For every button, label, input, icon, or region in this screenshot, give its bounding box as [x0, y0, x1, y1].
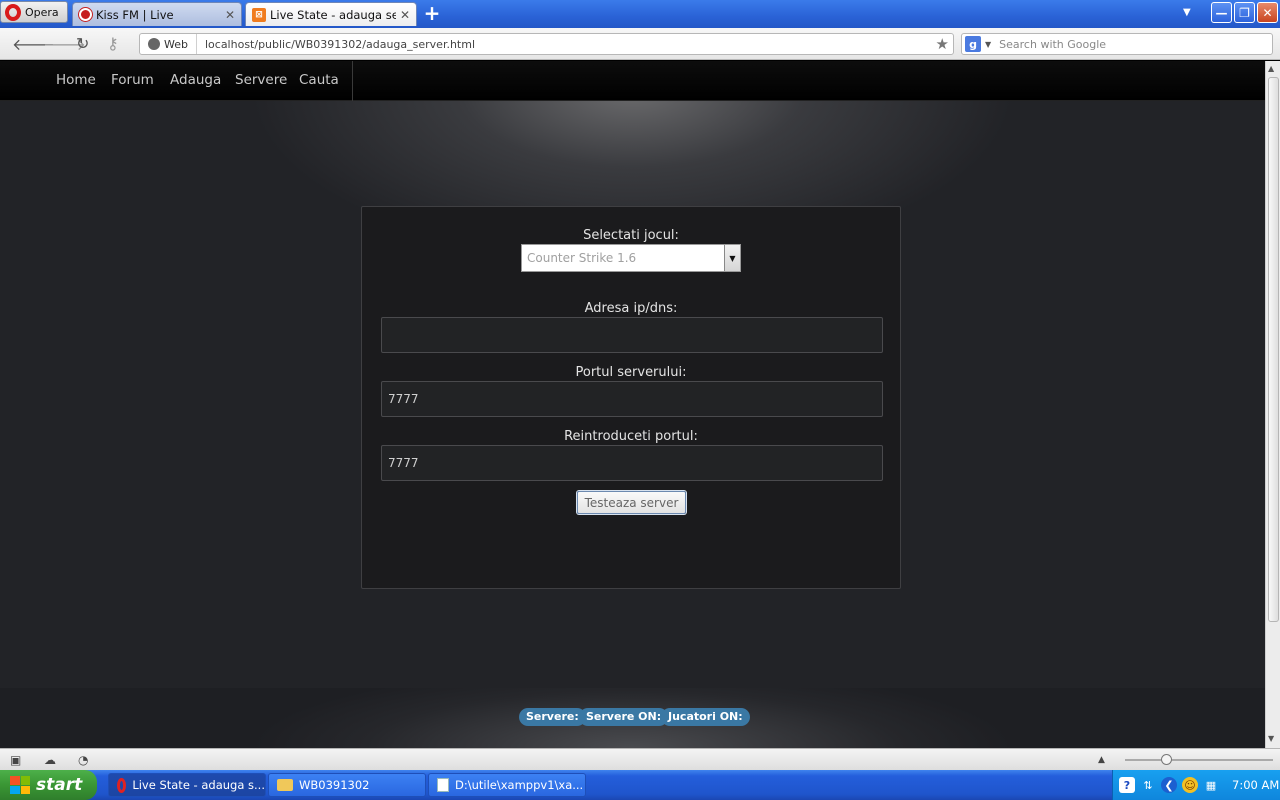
scroll-thumb[interactable] [1268, 77, 1279, 622]
minimize-button[interactable]: — [1211, 2, 1232, 23]
port-repeat-label: Reintroduceti portul: [564, 429, 698, 444]
close-icon[interactable]: ✕ [225, 8, 235, 22]
site-navigation: Home Forum Adauga Servere Cauta [0, 61, 1265, 101]
game-label: Selectati jocul: [583, 228, 679, 243]
kiss-fm-favicon-icon [79, 8, 92, 21]
scroll-down-icon[interactable]: ▼ [1268, 734, 1274, 743]
taskbar-item-notepad[interactable]: D:\utile\xamppv1\xa... [428, 773, 586, 797]
start-label: start [36, 775, 83, 795]
game-select-value: Counter Strike 1.6 [527, 251, 637, 265]
windows-taskbar: start Live State - adauga s... WB0391302… [0, 770, 1280, 800]
bookmark-star-icon[interactable]: ★ [936, 35, 953, 53]
opera-menu-label: Opera [25, 5, 59, 19]
tab-kiss-fm[interactable]: Kiss FM | Live ✕ [72, 2, 242, 26]
nav-cauta[interactable]: Cauta [299, 72, 339, 88]
close-icon[interactable]: ✕ [400, 8, 410, 22]
nav-forum[interactable]: Forum [111, 72, 154, 88]
tab-menu-chevron-icon[interactable]: ▼ [1183, 7, 1191, 18]
search-placeholder: Search with Google [999, 37, 1107, 51]
servers-on-badge: Servere ON: [579, 708, 669, 726]
players-on-badge: Jucatori ON: [661, 708, 750, 726]
panel-toggle-icon[interactable]: ▣ [10, 753, 21, 767]
notepad-icon [437, 778, 449, 792]
zoom-slider-track[interactable] [1125, 759, 1273, 761]
site-footer: Servere: Servere ON: Jucatori ON: [0, 688, 1265, 748]
browser-toolbar: 🡐 🡒 ↻ ⚷ Web localhost/public/WB0391302/a… [0, 28, 1280, 60]
windows-logo-icon [10, 776, 30, 794]
game-select[interactable]: Counter Strike 1.6 ▼ [521, 244, 741, 272]
address-bar[interactable]: Web localhost/public/WB0391302/adauga_se… [139, 33, 954, 55]
google-icon[interactable]: g [965, 36, 981, 52]
chevron-down-icon[interactable]: ▼ [985, 40, 991, 49]
servers-badge: Servere: [519, 708, 586, 726]
reload-icon[interactable]: ↻ [76, 34, 89, 53]
web-badge-label: Web [164, 37, 188, 51]
taskbar-item-browser[interactable]: Live State - adauga s... [108, 773, 266, 797]
scroll-up-icon[interactable]: ▲ [1268, 64, 1274, 73]
tab-title: Live State - adauga server [270, 7, 396, 22]
vertical-scrollbar[interactable]: ▲ ▼ [1265, 61, 1280, 748]
browser-tab-bar: Opera Kiss FM | Live ✕ ⊠ Live State - ad… [0, 0, 1280, 28]
test-server-button[interactable]: Testeaza server [577, 491, 686, 514]
opera-logo-icon [5, 3, 21, 21]
help-icon[interactable]: ? [1119, 777, 1135, 793]
globe-icon [148, 38, 160, 50]
computer-icon[interactable]: ▦ [1203, 777, 1219, 793]
xampp-favicon-icon: ⊠ [252, 7, 266, 22]
chevron-down-icon[interactable]: ▼ [724, 245, 740, 271]
ip-input[interactable] [381, 317, 883, 353]
page-viewport: Home Forum Adauga Servere Cauta Selectat… [0, 61, 1265, 748]
nav-adauga[interactable]: Adauga [170, 72, 221, 88]
browser-status-bar: ▣ ☁ ◔ ▲ [0, 748, 1280, 770]
messenger-smiley-icon[interactable]: ☺ [1182, 777, 1198, 793]
nav-home[interactable]: Home [56, 72, 96, 88]
port-input[interactable] [381, 381, 883, 417]
folder-icon [277, 779, 293, 791]
search-input[interactable]: g ▼ Search with Google [961, 33, 1273, 55]
speed-dial-gauge-icon[interactable]: ◔ [78, 753, 88, 767]
taskbar-item-label: WB0391302 [299, 778, 370, 792]
nav-divider [352, 61, 353, 101]
turbo-cloud-icon[interactable]: ☁ [44, 753, 56, 767]
zoom-slider-knob[interactable] [1161, 754, 1172, 765]
network-icon[interactable]: ⇅ [1140, 777, 1156, 793]
taskbar-item-label: Live State - adauga s... [132, 778, 265, 792]
url-text[interactable]: localhost/public/WB0391302/adauga_server… [197, 38, 936, 51]
start-button[interactable]: start [0, 770, 97, 800]
opera-menu-button[interactable]: Opera [0, 1, 68, 23]
tab-live-state[interactable]: ⊠ Live State - adauga server ✕ [245, 2, 417, 26]
system-tray: ? ⇅ ❮ ☺ ▦ 7:00 AM [1112, 770, 1280, 800]
port-label: Portul serverului: [575, 365, 687, 380]
clock[interactable]: 7:00 AM [1232, 778, 1279, 792]
chevron-left-icon[interactable]: ❮ [1161, 777, 1177, 793]
port-repeat-input[interactable] [381, 445, 883, 481]
restore-button[interactable]: ❐ [1234, 2, 1255, 23]
ip-label: Adresa ip/dns: [584, 301, 678, 316]
new-tab-button[interactable]: + [423, 3, 441, 23]
taskbar-item-folder[interactable]: WB0391302 [268, 773, 426, 797]
key-icon[interactable]: ⚷ [107, 34, 119, 53]
add-server-form: Selectati jocul: Counter Strike 1.6 ▼ Ad… [361, 206, 901, 589]
nav-servere[interactable]: Servere [235, 72, 287, 88]
window-close-button[interactable]: ✕ [1257, 2, 1278, 23]
tab-title: Kiss FM | Live [96, 7, 174, 22]
taskbar-item-label: D:\utile\xamppv1\xa... [455, 778, 584, 792]
web-badge[interactable]: Web [140, 34, 197, 54]
zoom-up-icon[interactable]: ▲ [1098, 755, 1105, 765]
opera-icon [117, 777, 127, 793]
